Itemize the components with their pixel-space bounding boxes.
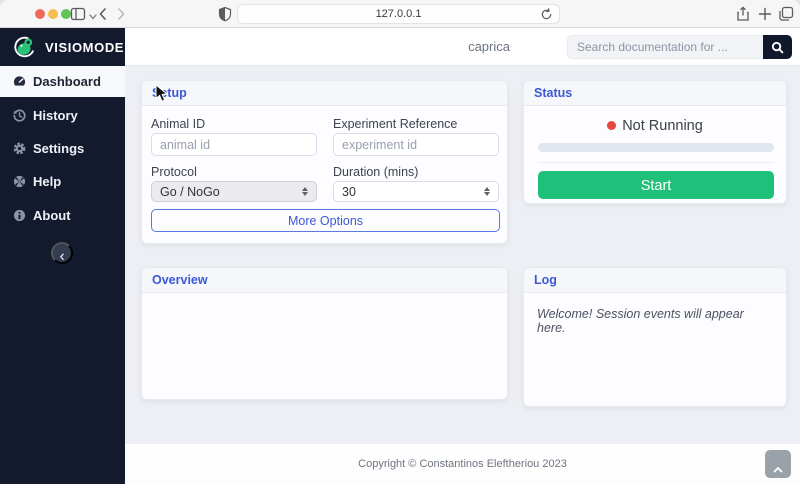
experiment-reference-label: Experiment Reference: [333, 117, 457, 131]
sidebar-item-settings[interactable]: Settings: [0, 133, 125, 164]
protocol-selected-value: Go / NoGo: [160, 185, 220, 199]
back-icon[interactable]: [95, 6, 111, 22]
scroll-to-top-button[interactable]: [765, 450, 791, 478]
url-text: 127.0.0.1: [376, 8, 422, 20]
duration-label: Duration (mins): [333, 165, 418, 179]
sidebar-item-history[interactable]: History: [0, 100, 125, 131]
setup-card-title: Setup: [142, 81, 507, 106]
hostname-label: caprica: [468, 28, 510, 66]
new-tab-icon[interactable]: [757, 6, 773, 22]
info-icon: [13, 209, 26, 222]
topbar: caprica: [125, 28, 800, 66]
gear-icon: [13, 142, 26, 155]
search-input[interactable]: [567, 35, 763, 59]
reload-icon[interactable]: [540, 8, 553, 21]
life-ring-icon: [13, 175, 26, 188]
setup-card: Setup Animal ID Experiment Reference Pro…: [141, 80, 508, 244]
session-progress-bar: [538, 143, 774, 152]
privacy-shield-icon[interactable]: [217, 6, 233, 22]
sidebar-item-about[interactable]: About: [0, 200, 125, 231]
sidebar-item-label: About: [33, 208, 71, 223]
share-icon[interactable]: [735, 6, 751, 22]
overview-card: Overview: [141, 267, 508, 400]
status-state-text: Not Running: [622, 118, 703, 134]
status-card-title: Status: [524, 81, 786, 106]
overview-card-title: Overview: [142, 268, 507, 293]
app-brand[interactable]: VISIOMODE: [0, 28, 125, 66]
status-card: Status Not Running Start: [523, 80, 787, 204]
sidebar-item-help[interactable]: Help: [0, 166, 125, 197]
sidebar-toggle-icon[interactable]: [70, 6, 86, 22]
tab-overview-icon[interactable]: [778, 6, 794, 22]
number-stepper-icon[interactable]: [484, 187, 490, 196]
sidebar-item-label: Settings: [33, 141, 84, 156]
copyright-text: Copyright © Constantinos Eleftheriou 202…: [125, 444, 800, 484]
more-options-button[interactable]: More Options: [151, 209, 500, 232]
sidebar-item-label: History: [33, 108, 78, 123]
animal-id-input[interactable]: [151, 133, 317, 156]
session-state: Not Running: [524, 118, 786, 134]
main-content: Setup Animal ID Experiment Reference Pro…: [125, 66, 800, 484]
divider: [538, 162, 774, 163]
sidebar-collapse-button[interactable]: [51, 242, 73, 264]
close-window-button[interactable]: [35, 9, 45, 19]
visiomode-logo-icon: [12, 34, 38, 60]
sidebar-item-label: Help: [33, 174, 61, 189]
chevron-up-icon: [773, 461, 783, 468]
log-card-title: Log: [524, 268, 786, 293]
chevron-left-icon: [59, 248, 65, 258]
log-card: Log Welcome! Session events will appear …: [523, 267, 787, 407]
search-button[interactable]: [763, 35, 792, 59]
duration-value: 30: [342, 185, 356, 199]
sidebar-item-label: Dashboard: [33, 74, 101, 89]
search-icon: [771, 41, 784, 54]
browser-window: 127.0.0.1 VISIOMODE capric: [0, 0, 800, 484]
address-bar[interactable]: 127.0.0.1: [237, 4, 560, 24]
history-icon: [13, 109, 26, 122]
select-stepper-icon: [302, 187, 308, 196]
protocol-label: Protocol: [151, 165, 197, 179]
start-button[interactable]: Start: [538, 171, 774, 199]
status-dot-icon: [607, 121, 616, 130]
search-group: [567, 35, 792, 59]
duration-input[interactable]: 30: [333, 181, 499, 202]
sidebar: Dashboard History Settings Help About: [0, 66, 125, 484]
forward-icon[interactable]: [113, 6, 129, 22]
minimize-window-button[interactable]: [48, 9, 58, 19]
sidebar-item-dashboard[interactable]: Dashboard: [0, 66, 125, 97]
tachometer-icon: [13, 75, 26, 88]
animal-id-label: Animal ID: [151, 117, 205, 131]
log-welcome-message: Welcome! Session events will appear here…: [537, 307, 775, 335]
browser-chrome: 127.0.0.1: [0, 0, 800, 28]
brand-name: VISIOMODE: [45, 40, 124, 55]
footer: Copyright © Constantinos Eleftheriou 202…: [125, 444, 800, 484]
experiment-reference-input[interactable]: [333, 133, 499, 156]
protocol-select[interactable]: Go / NoGo: [151, 181, 317, 202]
